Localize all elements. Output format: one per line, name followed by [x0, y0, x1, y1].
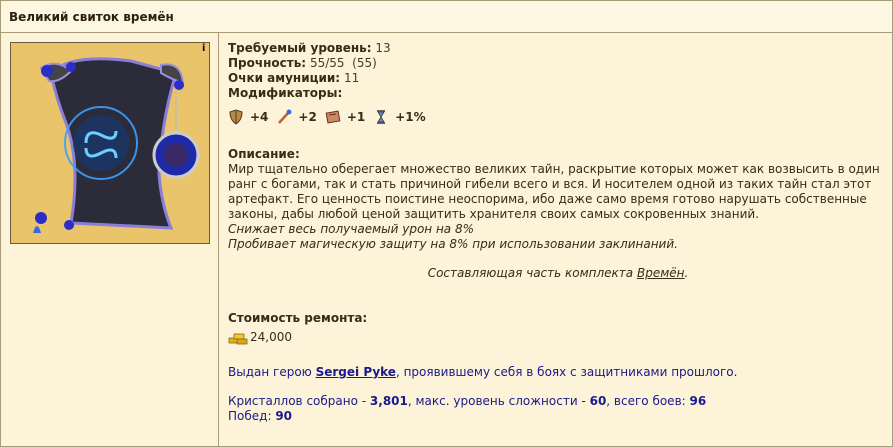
hero-stats: Кристаллов собрано - 3,801, макс. уровен…: [228, 394, 706, 424]
modifiers-label: Модификаторы:: [228, 86, 343, 100]
set-membership: Составляющая часть комплекта Времён.: [228, 266, 888, 281]
effect-damage-reduction: Снижает весь получаемый урон на 8%: [228, 222, 475, 236]
required-level-label: Требуемый уровень:: [228, 41, 372, 55]
battles-value: 96: [689, 394, 707, 408]
given-prefix: Выдан герою: [228, 365, 316, 379]
set-suffix: .: [684, 266, 689, 280]
wins-line: Побед: 90: [228, 409, 706, 424]
battles-label: , всего боев:: [606, 394, 690, 408]
scroll-artwork: [11, 43, 209, 243]
shield-defense-icon: [229, 109, 243, 125]
item-title: Великий свиток времён: [9, 10, 174, 24]
gold-icon: [228, 333, 248, 344]
required-level-row: Требуемый уровень: 13: [228, 41, 888, 56]
item-image-column: i: [1, 33, 219, 446]
title-bar: Великий свиток времён: [1, 1, 892, 33]
book-knowledge-icon: [325, 110, 341, 124]
wand-spellpower-icon: [278, 109, 292, 124]
set-link[interactable]: Времён: [637, 266, 685, 280]
item-details: Требуемый уровень: 13 Прочность: 55/55 (…: [228, 41, 888, 423]
modifier-value: +1%: [395, 109, 426, 124]
ammo-points-label: Очки амуниции:: [228, 71, 341, 85]
repair-cost-value: 24,000: [250, 330, 292, 344]
given-to-hero: Выдан герою Sergei Pyke, проявившему себ…: [228, 365, 737, 380]
hero-link[interactable]: Sergei Pyke: [316, 365, 396, 379]
item-panel: Великий свиток времён i Требуемый уровен…: [0, 0, 893, 447]
description-block: Описание: Мир тщательно оберегает множес…: [228, 147, 888, 252]
wins-label: Побед:: [228, 409, 276, 423]
hourglass-initiative-icon: [377, 110, 386, 124]
crystals-line: Кристаллов собрано - 3,801, макс. уровен…: [228, 394, 706, 409]
description-label: Описание:: [228, 147, 300, 161]
modifier-value: +4: [250, 109, 269, 124]
modifiers-list: +4 +2 +1 +1%: [228, 107, 434, 127]
set-prefix: Составляющая часть комплекта: [427, 266, 637, 280]
ammo-points-row: Очки амуниции: 11: [228, 71, 888, 86]
durability-value: 55/55 (55): [309, 56, 377, 70]
description-text: Мир тщательно оберегает множество велики…: [228, 162, 880, 221]
ammo-points-value: 11: [343, 71, 360, 85]
difficulty-label: , макс. уровень сложности -: [407, 394, 590, 408]
item-image: i: [10, 42, 210, 244]
difficulty-value: 60: [589, 394, 607, 408]
required-level-value: 13: [375, 41, 391, 55]
repair-cost-label: Стоимость ремонта:: [228, 311, 368, 325]
crystals-value: 3,801: [369, 394, 408, 408]
durability-label: Прочность:: [228, 56, 307, 70]
durability-row: Прочность: 55/55 (55): [228, 56, 888, 71]
modifier-value: +2: [298, 109, 317, 124]
given-suffix: , проявившему себя в боях с защитниками …: [395, 365, 738, 379]
crystals-label: Кристаллов собрано -: [228, 394, 370, 408]
wins-value: 90: [275, 409, 293, 423]
repair-cost: 24,000: [228, 330, 292, 345]
modifier-value: +1: [346, 109, 366, 124]
modifiers-row: Модификаторы:: [228, 86, 888, 101]
info-icon[interactable]: i: [202, 44, 207, 54]
effect-magic-penetration: Пробивает магическую защиту на 8% при ис…: [228, 237, 678, 251]
